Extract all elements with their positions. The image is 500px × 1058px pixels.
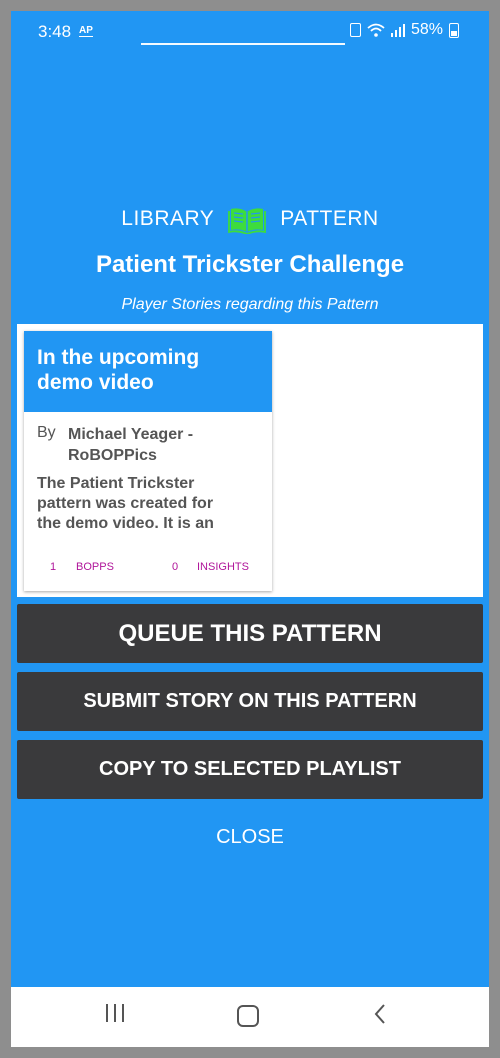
story-excerpt: The Patient Trickster pattern was create… [37, 475, 214, 532]
pattern-subtitle: Player Stories regarding this Pattern [121, 296, 379, 313]
copy-to-playlist-button[interactable]: COPY TO SELECTED PLAYLIST [17, 740, 483, 799]
system-nav-bar [11, 987, 489, 1047]
back-icon[interactable] [373, 1003, 387, 1025]
pattern-label: PATTERN [280, 207, 379, 230]
by-label: By [37, 424, 56, 441]
sim-icon [349, 23, 361, 37]
signal-icon [390, 23, 405, 37]
story-title: In the upcoming demo video [24, 331, 272, 412]
home-icon[interactable] [237, 1005, 259, 1027]
battery-percent: 58% [410, 21, 443, 38]
submit-story-button[interactable]: SUBMIT STORY ON THIS PATTERN [17, 672, 483, 731]
bopps-label: BOPPS [76, 561, 114, 573]
status-icons: 58% [349, 21, 459, 39]
bopps-count: 1 [50, 561, 57, 573]
recents-icon[interactable] [104, 1003, 126, 1023]
wifi-icon [367, 23, 385, 37]
app-screen: 3:48 AP 58% LIBRARY PATTERN Patient Tric… [11, 11, 489, 1047]
ap-badge: AP [79, 25, 93, 37]
queue-pattern-button[interactable]: QUEUE THIS PATTERN [17, 604, 483, 663]
close-button[interactable]: CLOSE [11, 826, 489, 849]
story-card[interactable]: In the upcoming demo video By Michael Ye… [24, 331, 272, 591]
library-label: LIBRARY [121, 207, 215, 230]
sheet-handle [141, 43, 345, 45]
book-icon [228, 208, 267, 234]
battery-icon [449, 22, 459, 38]
status-time: 3:48 [38, 22, 72, 41]
story-byline: By Michael Yeager - RoBOPPics [37, 424, 193, 464]
status-bar: 3:48 AP 58% [11, 11, 489, 43]
stories-panel: In the upcoming demo video By Michael Ye… [17, 324, 483, 597]
insights-count: 0 [172, 561, 179, 573]
library-pattern-row: LIBRARY PATTERN [11, 204, 489, 234]
pattern-title: Patient Trickster Challenge [95, 251, 405, 278]
story-author: Michael Yeager - RoBOPPics [68, 426, 194, 464]
insights-label: INSIGHTS [197, 561, 249, 573]
